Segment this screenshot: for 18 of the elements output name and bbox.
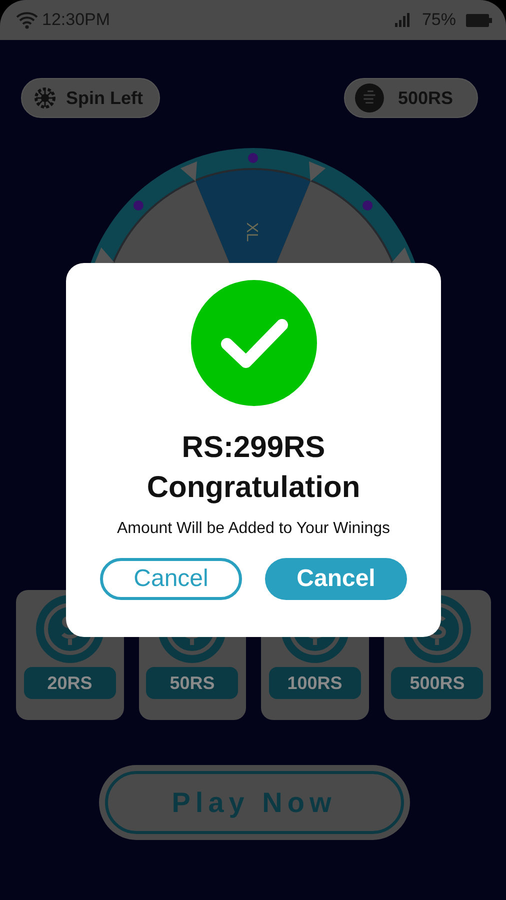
prize-amount: 20RS (24, 667, 116, 699)
signal-icon (394, 12, 410, 28)
dialog-title: Congratulation (146, 470, 360, 506)
dialog-message: Amount Will be Added to Your Winings (116, 520, 390, 538)
coin-icon (355, 83, 384, 113)
spins-left-badge: Spin Left (21, 78, 160, 118)
prize-amount-title: RS:299RS (182, 430, 326, 466)
wheel-segment-label: XL (243, 222, 260, 242)
balance-badge: 500RS (344, 78, 478, 118)
cancel-button[interactable]: Cancel (100, 558, 242, 600)
cancel-button[interactable]: Cancel (265, 558, 407, 600)
success-check-icon (190, 280, 316, 406)
prize-amount: 100RS (268, 667, 361, 699)
battery-icon (466, 14, 492, 26)
wheel-icon (34, 87, 56, 109)
wifi-icon (16, 11, 38, 29)
prize-amount: 50RS (146, 667, 238, 699)
prize-amount: 500RS (391, 667, 484, 699)
